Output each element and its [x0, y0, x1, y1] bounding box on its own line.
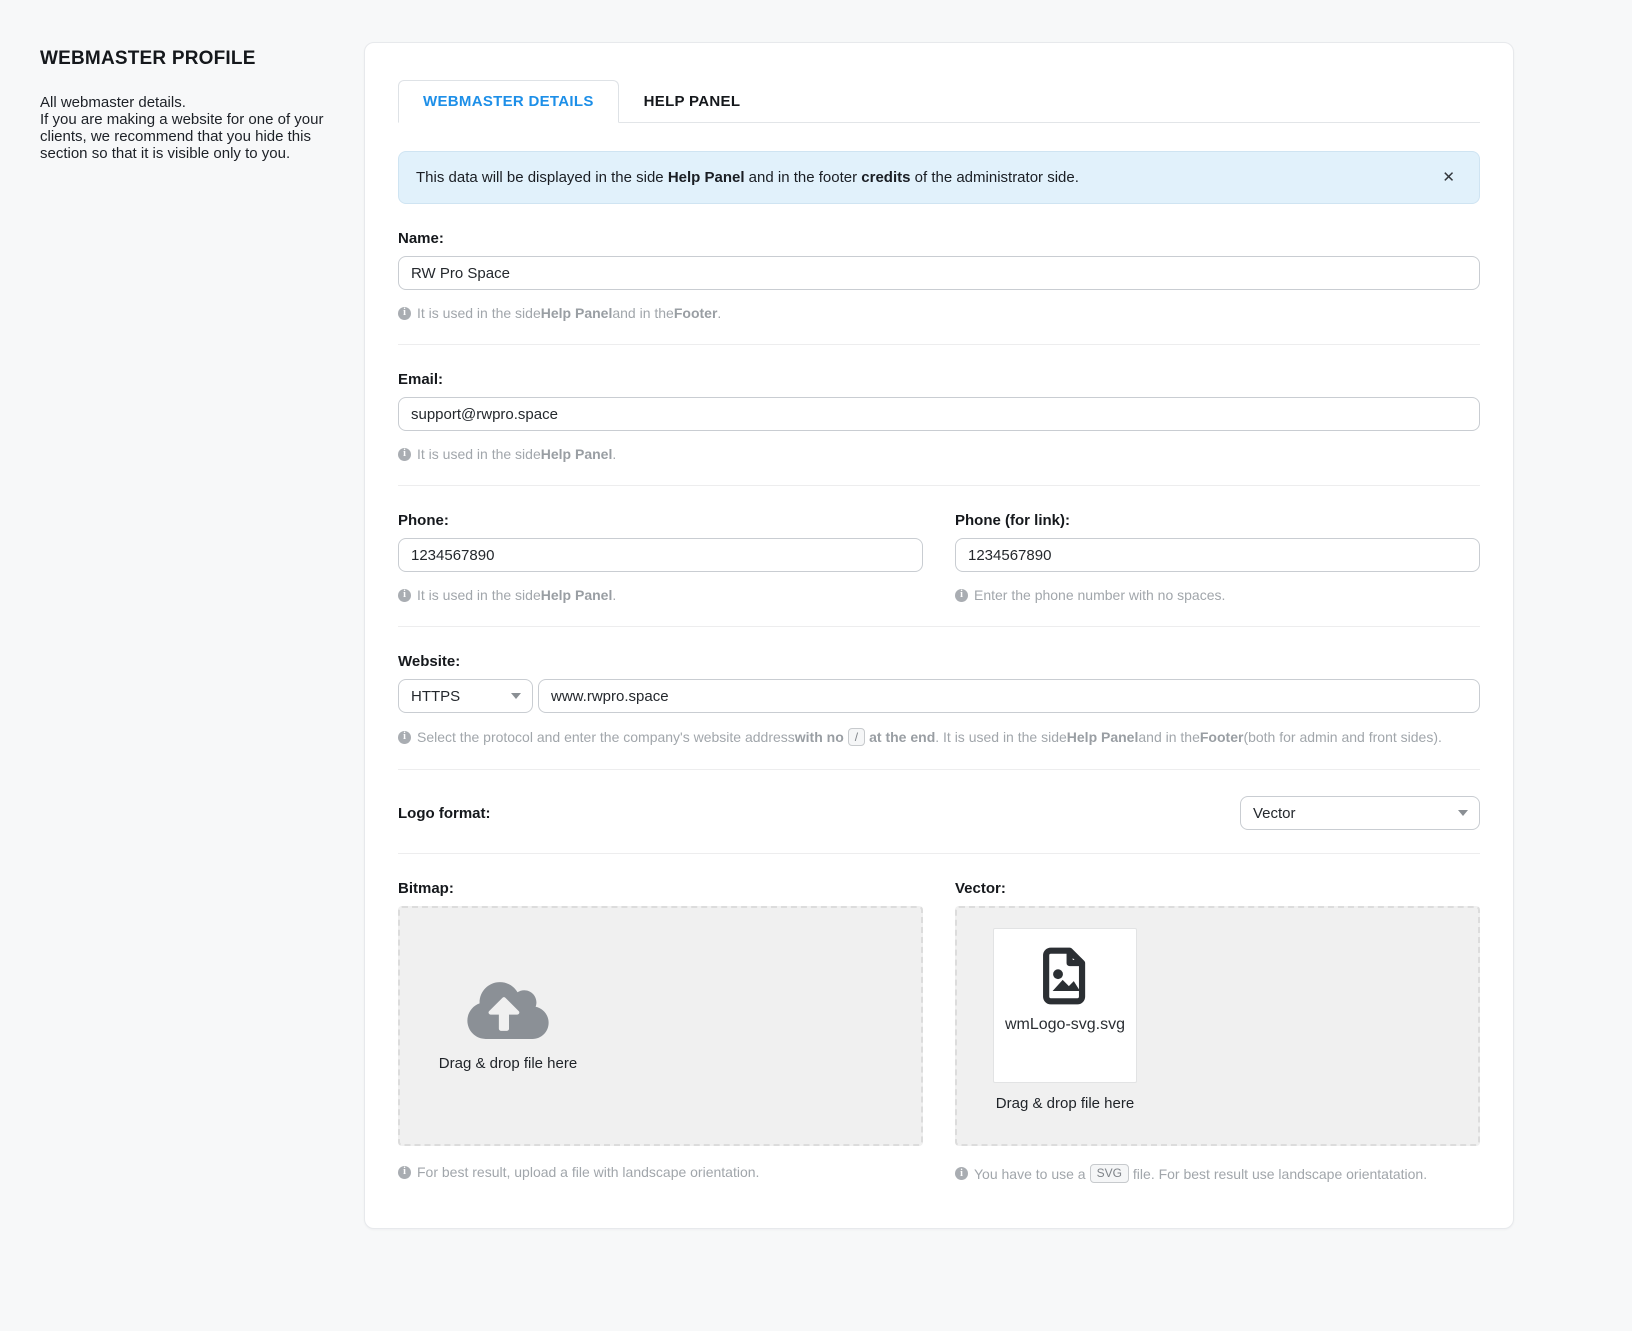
- alert-text: This data will be displayed in the side …: [416, 169, 1079, 186]
- sidebar: WEBMASTER PROFILE All webmaster details.…: [40, 48, 362, 162]
- settings-card: WEBMASTER DETAILS HELP PANEL This data w…: [364, 42, 1514, 1229]
- phone-link-help: Enter the phone number with no spaces.: [955, 587, 1480, 603]
- upload-row: Bitmap: Drag & drop file here For best r…: [398, 880, 1480, 1182]
- phone-help: It is used in the side Help Panel.: [398, 587, 923, 603]
- vector-dropzone-message: wmLogo-svg.svg Drag & drop file here: [957, 908, 1173, 1112]
- name-input[interactable]: [398, 256, 1480, 290]
- tab-webmaster-details[interactable]: WEBMASTER DETAILS: [398, 80, 619, 123]
- slash-key-badge: /: [848, 728, 865, 746]
- divider: [398, 344, 1480, 345]
- logo-format-row: Logo format: Vector: [398, 796, 1480, 830]
- file-preview-card[interactable]: wmLogo-svg.svg: [993, 928, 1137, 1083]
- vector-dropzone[interactable]: wmLogo-svg.svg Drag & drop file here: [955, 906, 1480, 1146]
- info-icon: [398, 307, 411, 320]
- chevron-down-icon: [1458, 810, 1468, 816]
- page-description: All webmaster details. If you are making…: [40, 94, 362, 162]
- description-line: If you are making a website for one of y…: [40, 111, 362, 162]
- info-icon: [398, 448, 411, 461]
- email-label: Email:: [398, 371, 1480, 388]
- divider: [398, 853, 1480, 854]
- info-icon: [398, 731, 411, 744]
- name-label: Name:: [398, 230, 1480, 247]
- logo-format-value: Vector: [1253, 805, 1296, 822]
- website-help: Select the protocol and enter the compan…: [398, 728, 1480, 746]
- bitmap-dropzone-text: Drag & drop file here: [439, 1055, 577, 1072]
- tab-help-panel[interactable]: HELP PANEL: [619, 80, 766, 123]
- bitmap-dropzone[interactable]: Drag & drop file here: [398, 906, 923, 1146]
- vector-help: You have to use a SVG file. For best res…: [955, 1164, 1480, 1182]
- logo-format-label: Logo format:: [398, 805, 490, 822]
- email-help: It is used in the side Help Panel.: [398, 446, 1480, 462]
- file-name: wmLogo-svg.svg: [1005, 1015, 1125, 1036]
- website-row: HTTPS: [398, 679, 1480, 713]
- phone-link-field-group: Phone (for link): Enter the phone number…: [955, 512, 1480, 603]
- phone-input[interactable]: [398, 538, 923, 572]
- divider: [398, 485, 1480, 486]
- description-line: All webmaster details.: [40, 94, 362, 111]
- phone-field-group: Phone: It is used in the side Help Panel…: [398, 512, 923, 603]
- phone-link-label: Phone (for link):: [955, 512, 1480, 529]
- info-icon: [398, 1166, 411, 1179]
- vector-upload-group: Vector: wmLogo-svg.svg Drag &: [955, 880, 1480, 1182]
- phone-label: Phone:: [398, 512, 923, 529]
- phone-row: Phone: It is used in the side Help Panel…: [398, 512, 1480, 603]
- info-icon: [955, 1167, 968, 1180]
- file-image-icon: [1034, 945, 1096, 1007]
- bitmap-help: For best result, upload a file with land…: [398, 1164, 923, 1180]
- bitmap-upload-group: Bitmap: Drag & drop file here For best r…: [398, 880, 923, 1182]
- name-help: It is used in the side Help Panel and in…: [398, 305, 1480, 321]
- bitmap-dropzone-message: Drag & drop file here: [400, 908, 616, 1072]
- vector-dropzone-text: Drag & drop file here: [996, 1095, 1134, 1112]
- alert-close-button[interactable]: ✕: [1440, 168, 1457, 187]
- close-icon: ✕: [1442, 169, 1455, 186]
- svg-badge: SVG: [1090, 1164, 1129, 1182]
- website-label: Website:: [398, 653, 1480, 670]
- page-background: WEBMASTER PROFILE All webmaster details.…: [0, 0, 1632, 1331]
- website-input[interactable]: [538, 679, 1480, 713]
- phone-link-input[interactable]: [955, 538, 1480, 572]
- email-field-group: Email: It is used in the side Help Panel…: [398, 371, 1480, 462]
- vector-label: Vector:: [955, 880, 1480, 897]
- website-field-group: Website: HTTPS Select the protocol and e…: [398, 653, 1480, 746]
- website-protocol-value: HTTPS: [411, 688, 460, 705]
- bitmap-label: Bitmap:: [398, 880, 923, 897]
- divider: [398, 769, 1480, 770]
- email-input[interactable]: [398, 397, 1480, 431]
- name-field-group: Name: It is used in the side Help Panel …: [398, 230, 1480, 321]
- info-alert: This data will be displayed in the side …: [398, 151, 1480, 204]
- logo-format-select[interactable]: Vector: [1240, 796, 1480, 830]
- tab-bar: WEBMASTER DETAILS HELP PANEL: [398, 80, 1480, 123]
- info-icon: [398, 589, 411, 602]
- cloud-upload-icon: [465, 978, 551, 1043]
- chevron-down-icon: [511, 693, 521, 699]
- divider: [398, 626, 1480, 627]
- page-title: WEBMASTER PROFILE: [40, 48, 362, 70]
- website-protocol-select[interactable]: HTTPS: [398, 679, 533, 713]
- info-icon: [955, 589, 968, 602]
